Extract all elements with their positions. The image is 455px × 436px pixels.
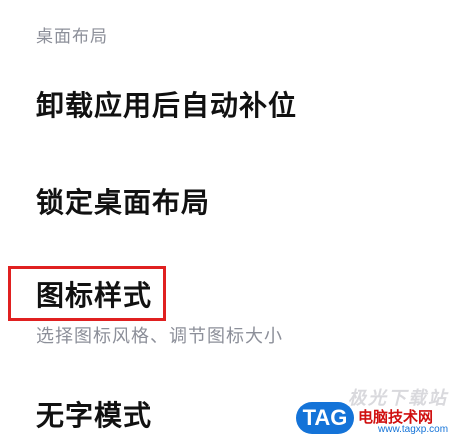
highlight-annotation-box (8, 266, 166, 321)
setting-item-lock-desktop-layout[interactable]: 锁定桌面布局 (36, 185, 210, 221)
watermark-tag-badge: TAG (296, 402, 354, 434)
watermark-url: www.tagxp.com (378, 424, 449, 435)
setting-item-icon-style-description: 选择图标风格、调节图标大小 (36, 326, 283, 347)
setting-item-no-label-mode[interactable]: 无字模式 (36, 398, 152, 434)
section-header-desktop-layout: 桌面布局 (36, 27, 108, 47)
setting-item-auto-fill-after-uninstall[interactable]: 卸载应用后自动补位 (36, 88, 297, 124)
settings-page: 桌面布局 卸载应用后自动补位 锁定桌面布局 图标样式 选择图标风格、调节图标大小… (0, 0, 455, 436)
watermark: 极光下载站 TAG 电脑技术网 www.tagxp.com (296, 384, 455, 436)
